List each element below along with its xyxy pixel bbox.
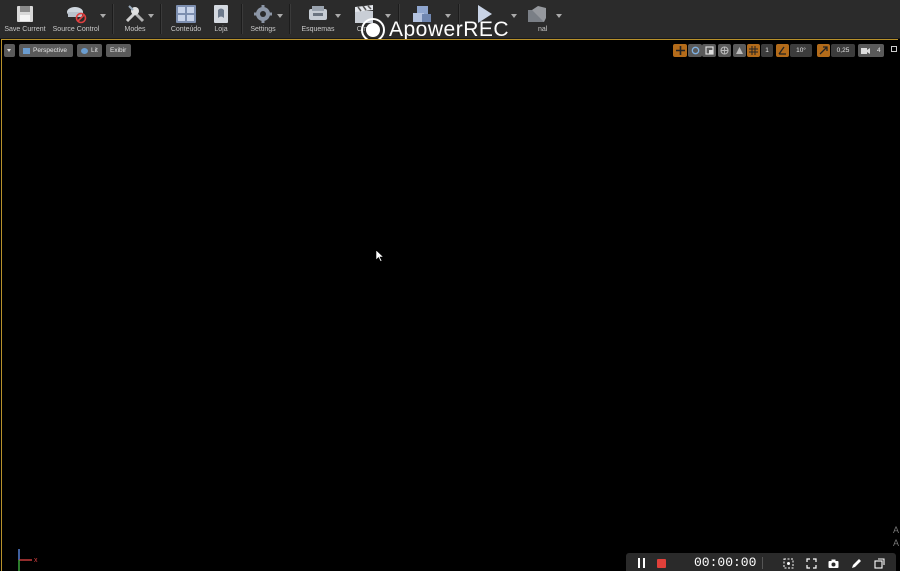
modes-button[interactable]: Modes <box>118 0 152 38</box>
settings-label: Settings <box>250 26 276 33</box>
store-button[interactable]: Loja <box>208 0 234 38</box>
source-control-button[interactable]: Source Control <box>50 0 102 38</box>
toolbar-separator <box>112 4 113 34</box>
recorder-control-bar: 00:00:00 <box>626 553 896 571</box>
modes-dropdown[interactable] <box>148 14 154 18</box>
grid-icon <box>749 46 758 55</box>
region-select-icon[interactable] <box>783 558 794 569</box>
scale-tool-button[interactable] <box>702 44 716 57</box>
surface-snap-button[interactable] <box>733 44 746 57</box>
scale-snap-toggle[interactable] <box>817 44 830 57</box>
rotation-snap-text: 10° <box>796 47 806 54</box>
side-letter: A <box>893 525 900 535</box>
fullscreen-icon[interactable] <box>806 558 817 569</box>
scale-snap-text: 0,25 <box>836 47 850 54</box>
blueprints-dropdown[interactable] <box>335 14 341 18</box>
side-letter: A <box>893 538 900 548</box>
source-control-icon <box>65 4 87 24</box>
annotate-pen-icon[interactable] <box>851 558 862 569</box>
translate-tool-button[interactable] <box>673 44 687 57</box>
level-viewport[interactable] <box>1 39 898 571</box>
show-button[interactable]: Exibir <box>106 44 131 57</box>
maximize-viewport-icon[interactable] <box>891 46 897 52</box>
surface-snap-icon <box>736 47 743 54</box>
show-label: Exibir <box>110 47 127 54</box>
lit-mode-button[interactable]: Lit <box>77 44 102 57</box>
save-current-button[interactable]: Save Current <box>3 0 47 38</box>
recording-timer: 00:00:00 <box>694 555 757 570</box>
minimize-window-icon[interactable] <box>874 558 885 569</box>
perspective-label: Perspective <box>33 47 67 54</box>
launch-label: nal <box>538 26 548 33</box>
grid-snap-value[interactable]: 1 <box>761 44 773 57</box>
mouse-cursor-icon <box>376 250 384 262</box>
blueprints-label: Esquemas <box>301 26 335 33</box>
modes-icon <box>124 4 146 24</box>
camera-speed-text: 4 <box>877 47 881 54</box>
toolbar-separator <box>289 4 290 34</box>
play-dropdown[interactable] <box>511 14 517 18</box>
pause-icon[interactable] <box>638 558 645 568</box>
toolbar-separator <box>241 4 242 34</box>
camera-icon <box>861 47 871 54</box>
rotate-tool-button[interactable] <box>688 44 702 57</box>
content-button[interactable]: Conteúdo <box>168 0 204 38</box>
grid-snap-toggle[interactable] <box>747 44 760 57</box>
recorder-divider <box>762 557 763 569</box>
rotation-snap-toggle[interactable] <box>776 44 789 57</box>
globe-icon <box>720 46 729 55</box>
scale-icon <box>704 46 714 55</box>
settings-button[interactable]: Settings <box>246 0 280 38</box>
axis-gizmo-icon: x <box>18 549 38 571</box>
svg-text:x: x <box>34 557 38 564</box>
world-local-toggle[interactable] <box>718 44 731 57</box>
store-icon <box>210 4 232 24</box>
lit-label: Lit <box>91 47 98 54</box>
source-control-label: Source Control <box>52 26 100 33</box>
toolbar-separator <box>160 4 161 34</box>
launch-dropdown[interactable] <box>556 14 562 18</box>
grid-snap-text: 1 <box>765 47 769 54</box>
save-icon <box>14 4 36 24</box>
lit-sphere-icon <box>81 47 88 54</box>
angle-icon <box>778 46 786 55</box>
blueprints-button[interactable]: Esquemas <box>298 0 338 38</box>
camera-speed-button[interactable]: 4 <box>858 44 884 57</box>
stop-record-icon[interactable] <box>657 559 666 568</box>
launch-button[interactable]: nal <box>520 0 554 38</box>
blueprints-icon <box>307 4 329 24</box>
content-icon <box>175 4 197 24</box>
move-arrows-icon <box>675 46 685 55</box>
viewport-options-dropdown[interactable] <box>4 44 15 57</box>
perspective-button[interactable]: Perspective <box>19 44 73 57</box>
modes-label: Modes <box>124 26 146 33</box>
settings-dropdown[interactable] <box>277 14 283 18</box>
source-control-dropdown[interactable] <box>100 14 106 18</box>
launch-icon <box>526 4 548 24</box>
perspective-cube-icon <box>23 47 30 54</box>
store-label: Loja <box>214 26 228 33</box>
scale-arrow-icon <box>819 46 828 55</box>
save-current-label: Save Current <box>4 26 46 33</box>
settings-icon <box>252 4 274 24</box>
rotation-snap-value[interactable]: 10° <box>790 44 812 57</box>
rotate-icon <box>691 46 699 55</box>
screenshot-camera-icon[interactable] <box>828 558 839 569</box>
content-label: Conteúdo <box>170 26 202 33</box>
scale-snap-value[interactable]: 0,25 <box>831 44 855 57</box>
